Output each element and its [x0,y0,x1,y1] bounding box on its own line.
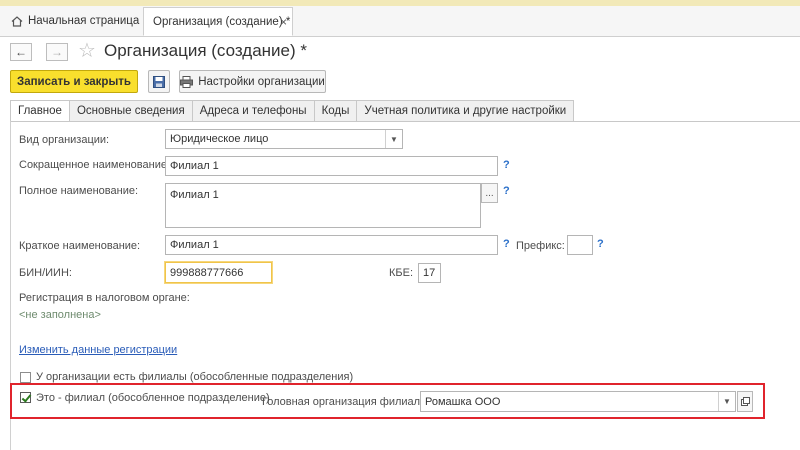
org-type-value: Юридическое лицо [170,133,269,145]
has-branches-checkbox[interactable] [20,372,31,383]
tax-registration-label: Регистрация в налоговом органе: [19,292,190,304]
tab-document-label: Организация (создание) * [153,15,291,28]
panel-top-border [10,121,800,122]
forward-button[interactable]: → [46,43,68,61]
kbe-input[interactable]: 17 [418,263,441,283]
short-name-label: Сокращенное наименование: [19,159,171,171]
full-name-help-icon[interactable]: ? [503,185,510,197]
page-title: Организация (создание) * [104,41,308,60]
head-org-label: Головная организация филиала: [262,396,430,408]
brief-name-label: Краткое наименование: [19,240,141,252]
chevron-down-icon[interactable]: ▼ [718,392,735,411]
arrow-right-icon: → [51,45,63,59]
short-name-value: Филиал 1 [170,160,219,172]
org-settings-label: Настройки организации [198,75,325,88]
tab-addresses-phones[interactable]: Адреса и телефоны [192,100,315,122]
tab-basic-info[interactable]: Основные сведения [69,100,193,122]
prefix-input[interactable] [567,235,593,255]
full-name-edit-button[interactable]: ... [481,183,498,203]
home-icon [11,15,23,27]
save-and-close-button[interactable]: Записать и закрыть [10,70,138,93]
tab-accounting-policy[interactable]: Учетная политика и другие настройки [357,100,575,122]
full-name-input[interactable]: Филиал 1 [165,183,481,228]
brief-name-value: Филиал 1 [170,239,219,251]
printer-icon [180,75,194,88]
head-org-value: Ромашка ООО [425,395,501,408]
tax-registration-value: <не заполнена> [19,309,101,321]
save-button[interactable] [148,70,170,93]
org-type-select[interactable]: Юридическое лицо ▼ [165,129,403,149]
floppy-disk-icon [153,75,165,88]
brief-name-input[interactable]: Филиал 1 [165,235,498,255]
org-type-label: Вид организации: [19,134,110,146]
tab-main[interactable]: Главное [10,100,70,122]
is-branch-checkbox[interactable] [20,392,31,403]
tab-home[interactable]: Начальная страница [0,6,139,36]
bin-input[interactable]: 999888777666 [165,262,272,283]
tab-document[interactable]: Организация (создание) * × [143,7,293,36]
close-icon[interactable]: × [280,15,287,29]
tab-codes[interactable]: Коды [314,100,358,122]
full-name-label: Полное наименование: [19,185,139,197]
org-settings-button[interactable]: Настройки организации [179,70,326,93]
has-branches-label: У организации есть филиалы (обособленные… [36,371,354,383]
short-name-help-icon[interactable]: ? [503,159,510,171]
prefix-help-icon[interactable]: ? [597,238,604,250]
open-head-org-button[interactable] [737,391,753,412]
full-name-value: Филиал 1 [170,189,219,201]
change-registration-link[interactable]: Изменить данные регистрации [19,344,177,356]
favorite-star-icon[interactable]: ☆ [78,40,96,62]
arrow-left-icon: ← [15,45,27,59]
bin-label: БИН/ИИН: [19,267,72,279]
chevron-down-icon[interactable]: ▼ [385,130,402,148]
bin-value: 999888777666 [170,266,244,279]
head-org-select[interactable]: Ромашка ООО ▼ [420,391,736,412]
tab-home-label: Начальная страница [28,15,140,27]
kbe-label: КБЕ: [389,267,414,279]
section-tabs: Главное Основные сведения Адреса и телеф… [10,100,575,122]
brief-name-help-icon[interactable]: ? [503,238,510,250]
kbe-value: 17 [423,267,436,279]
short-name-input[interactable]: Филиал 1 [165,156,498,176]
back-button[interactable]: ← [10,43,32,61]
prefix-label: Префикс: [516,240,565,252]
is-branch-label: Это - филиал (обособленное подразделение… [36,392,270,404]
open-window-icon [740,397,750,406]
